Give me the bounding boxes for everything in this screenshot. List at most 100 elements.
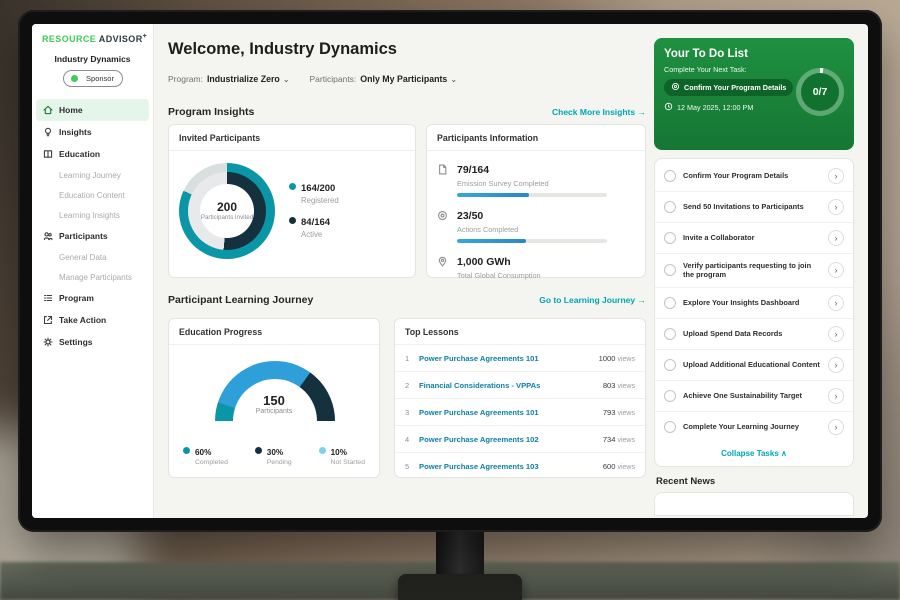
task-checkbox[interactable] xyxy=(664,328,676,340)
collapse-tasks-link[interactable]: Collapse Tasks ∧ xyxy=(655,442,853,464)
task-row[interactable]: Invite a Collaborator › xyxy=(655,223,853,254)
lesson-link[interactable]: Power Purchase Agreements 101 xyxy=(419,408,596,417)
task-open-button[interactable]: › xyxy=(828,168,844,184)
sidebar-item-home[interactable]: Home xyxy=(36,99,149,121)
task-checkbox[interactable] xyxy=(664,170,676,182)
task-open-button[interactable]: › xyxy=(828,419,844,435)
sidebar-item-education-content[interactable]: Education Content xyxy=(32,185,153,205)
todo-title: Your To Do List xyxy=(664,48,844,60)
sidebar-item-settings[interactable]: Settings xyxy=(32,331,153,353)
clipboard-icon xyxy=(437,160,449,197)
info-label: Actions Completed xyxy=(457,225,607,234)
legend-dot-navy xyxy=(289,217,296,224)
task-row[interactable]: Send 50 Invitations to Participants › xyxy=(655,192,853,223)
lesson-link[interactable]: Power Purchase Agreements 101 xyxy=(419,354,592,363)
info-value: 23/50 xyxy=(457,210,483,222)
sidebar-item-label: Learning Journey xyxy=(59,171,121,180)
sidebar-item-participants[interactable]: Participants xyxy=(32,225,153,247)
gauge-center-label: Participants xyxy=(169,408,379,415)
arrow-right-icon: → xyxy=(638,295,647,305)
sidebar-item-manage-participants[interactable]: Manage Participants xyxy=(32,267,153,287)
target-icon xyxy=(671,82,680,93)
task-open-button[interactable]: › xyxy=(828,262,844,278)
filter-bar: Program: Industrialize Zero ⌄ Participants… xyxy=(168,74,457,84)
gear-icon xyxy=(42,337,53,347)
chevron-right-icon: › xyxy=(835,233,838,243)
info-value: 79/164 xyxy=(457,164,489,176)
lesson-row: 2 Financial Considerations - VPPAs 803vi… xyxy=(395,372,645,399)
go-to-learning-journey-link[interactable]: Go to Learning Journey → xyxy=(539,295,646,305)
task-label: Send 50 Invitations to Participants xyxy=(683,202,821,211)
next-task-pill[interactable]: Confirm Your Program Details xyxy=(664,79,793,96)
task-row[interactable]: Achieve One Sustainability Target › xyxy=(655,381,853,412)
chevron-down-icon: ⌄ xyxy=(450,75,457,84)
task-open-button[interactable]: › xyxy=(828,199,844,215)
sidebar-item-program[interactable]: Program xyxy=(32,287,153,309)
participants-filter-label: Participants: xyxy=(310,74,357,84)
check-more-insights-link[interactable]: Check More Insights → xyxy=(552,107,646,117)
lesson-link[interactable]: Power Purchase Agreements 102 xyxy=(419,435,596,444)
task-open-button[interactable]: › xyxy=(828,357,844,373)
participants-filter[interactable]: Participants:Only My Participants⌄ xyxy=(310,74,458,84)
task-checkbox[interactable] xyxy=(664,297,676,309)
sidebar-item-take-action[interactable]: Take Action xyxy=(32,309,153,331)
task-open-button[interactable]: › xyxy=(828,230,844,246)
task-row[interactable]: Complete Your Learning Journey › xyxy=(655,412,853,442)
task-row[interactable]: Verify participants requesting to join t… xyxy=(655,254,853,288)
task-row[interactable]: Explore Your Insights Dashboard › xyxy=(655,288,853,319)
sidebar-item-label: Settings xyxy=(59,337,93,347)
chevron-right-icon: › xyxy=(835,265,838,275)
lesson-rank: 5 xyxy=(405,462,412,471)
sidebar-item-general-data[interactable]: General Data xyxy=(32,247,153,267)
task-checkbox[interactable] xyxy=(664,390,676,402)
lesson-link[interactable]: Financial Considerations - VPPAs xyxy=(419,381,596,390)
sidebar-nav: Home Insights Education Learning Journey xyxy=(32,99,153,353)
todo-hero-card: Your To Do List Complete Your Next Task:… xyxy=(654,38,854,150)
card-title: Top Lessons xyxy=(395,319,645,345)
task-open-button[interactable]: › xyxy=(828,295,844,311)
action-icon xyxy=(42,315,53,325)
task-checkbox[interactable] xyxy=(664,201,676,213)
sidebar-item-education[interactable]: Education xyxy=(32,143,153,165)
due-text: 12 May 2025, 12:00 PM xyxy=(677,103,753,112)
lesson-views: 600views xyxy=(603,462,635,471)
book-icon xyxy=(42,149,53,159)
org-name: Industry Dynamics xyxy=(32,54,153,64)
task-open-button[interactable]: › xyxy=(828,388,844,404)
chevron-right-icon: › xyxy=(835,422,838,432)
task-row[interactable]: Upload Additional Educational Content › xyxy=(655,350,853,381)
chevron-right-icon: › xyxy=(835,298,838,308)
gauge-legend: 60% Completed 30% Pending 10% Not Starte… xyxy=(169,439,379,466)
lesson-views: 1000views xyxy=(599,354,635,363)
program-filter[interactable]: Program:Industrialize Zero⌄ xyxy=(168,74,290,84)
task-row[interactable]: Confirm Your Program Details › xyxy=(655,161,853,192)
photo-background: RESOURCE ADVISOR+ Industry Dynamics Spon… xyxy=(0,0,900,600)
program-filter-value: Industrialize Zero xyxy=(207,74,280,84)
task-row[interactable]: Upload Spend Data Records › xyxy=(655,319,853,350)
sidebar-item-learning-journey[interactable]: Learning Journey xyxy=(32,165,153,185)
lesson-rank: 2 xyxy=(405,381,412,390)
tasks-card: Confirm Your Program Details › Send 50 I… xyxy=(654,158,854,467)
legend-item-registered: 164/200 Registered xyxy=(289,183,339,205)
task-checkbox[interactable] xyxy=(664,421,676,433)
task-label: Invite a Collaborator xyxy=(683,233,821,242)
sponsor-badge: Sponsor xyxy=(63,70,123,87)
monitor-stand-base xyxy=(398,574,522,600)
sidebar-item-learning-insights[interactable]: Learning Insights xyxy=(32,205,153,225)
todo-column: Your To Do List Complete Your Next Task:… xyxy=(654,38,854,516)
sidebar-item-insights[interactable]: Insights xyxy=(32,121,153,143)
task-checkbox[interactable] xyxy=(664,232,676,244)
monitor-bezel: RESOURCE ADVISOR+ Industry Dynamics Spon… xyxy=(18,10,882,532)
invited-donut-chart: 200 Participants Invited xyxy=(179,163,275,259)
todo-progress-ring: 0/7 xyxy=(796,68,844,116)
task-checkbox[interactable] xyxy=(664,359,676,371)
program-filter-label: Program: xyxy=(168,74,203,84)
chevron-right-icon: › xyxy=(835,391,838,401)
monitor-stand-neck xyxy=(436,528,484,580)
lesson-rank: 4 xyxy=(405,435,412,444)
legend-item-pending: 30% Pending xyxy=(255,447,292,466)
task-checkbox[interactable] xyxy=(664,264,676,276)
list-icon xyxy=(42,293,53,303)
task-open-button[interactable]: › xyxy=(828,326,844,342)
lesson-link[interactable]: Power Purchase Agreements 103 xyxy=(419,462,596,471)
